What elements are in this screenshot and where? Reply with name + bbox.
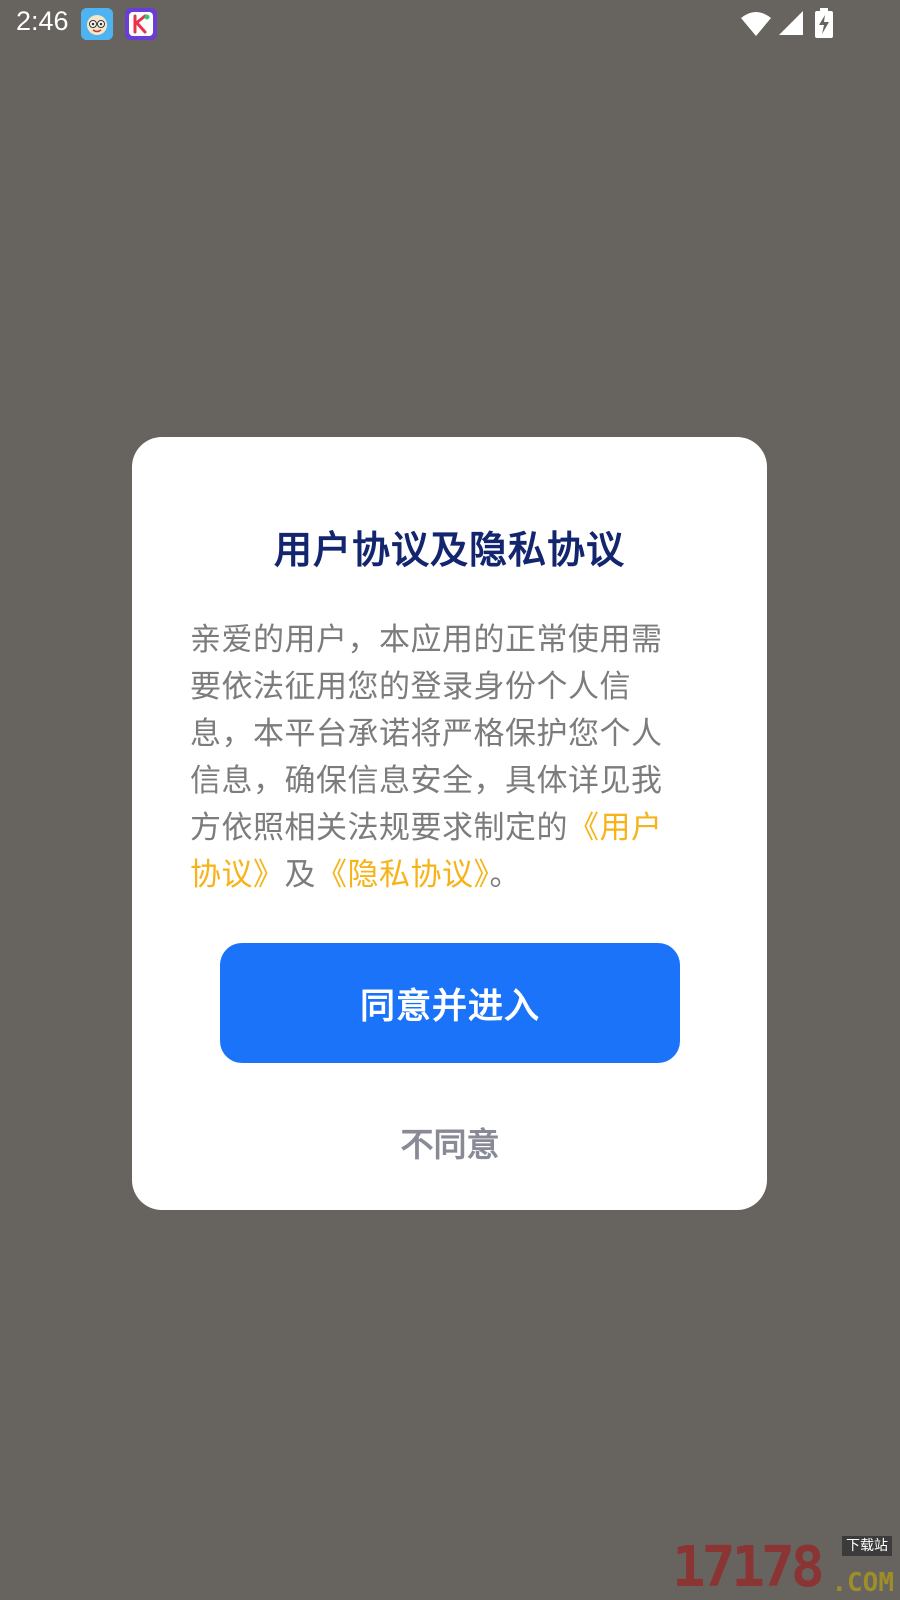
dialog-connector: 及 (284, 857, 316, 893)
watermark-digits: 17178 (672, 1535, 825, 1600)
site-watermark-logo: 17178 下载站 .COM (672, 1536, 896, 1598)
k-app-icon (125, 8, 157, 40)
cellular-signal-icon (779, 11, 803, 35)
privacy-policy-link[interactable]: 《隐私协议》 (316, 857, 490, 893)
privacy-dialog: 用户协议及隐私协议 亲爱的用户，本应用的正常使用需要依法征用您的登录身份个人信息… (132, 437, 767, 1210)
status-bar: 2:46 (0, 0, 900, 48)
watermark-label: 下载站 (842, 1536, 892, 1556)
status-time: 2:46 (16, 6, 69, 36)
kids-app-icon (81, 8, 113, 40)
battery-charging-icon (815, 8, 833, 38)
watermark-domain: .COM (831, 1568, 894, 1598)
agree-and-enter-button[interactable]: 同意并进入 (220, 943, 680, 1063)
decline-button[interactable]: 不同意 (320, 1107, 580, 1177)
dialog-body: 亲爱的用户，本应用的正常使用需要依法征用您的登录身份个人信息，本平台承诺将严格保… (190, 617, 690, 899)
dialog-end-punct: 。 (489, 857, 521, 893)
dialog-title: 用户协议及隐私协议 (273, 528, 625, 572)
wifi-icon (741, 12, 771, 36)
status-right-icons (700, 0, 900, 48)
